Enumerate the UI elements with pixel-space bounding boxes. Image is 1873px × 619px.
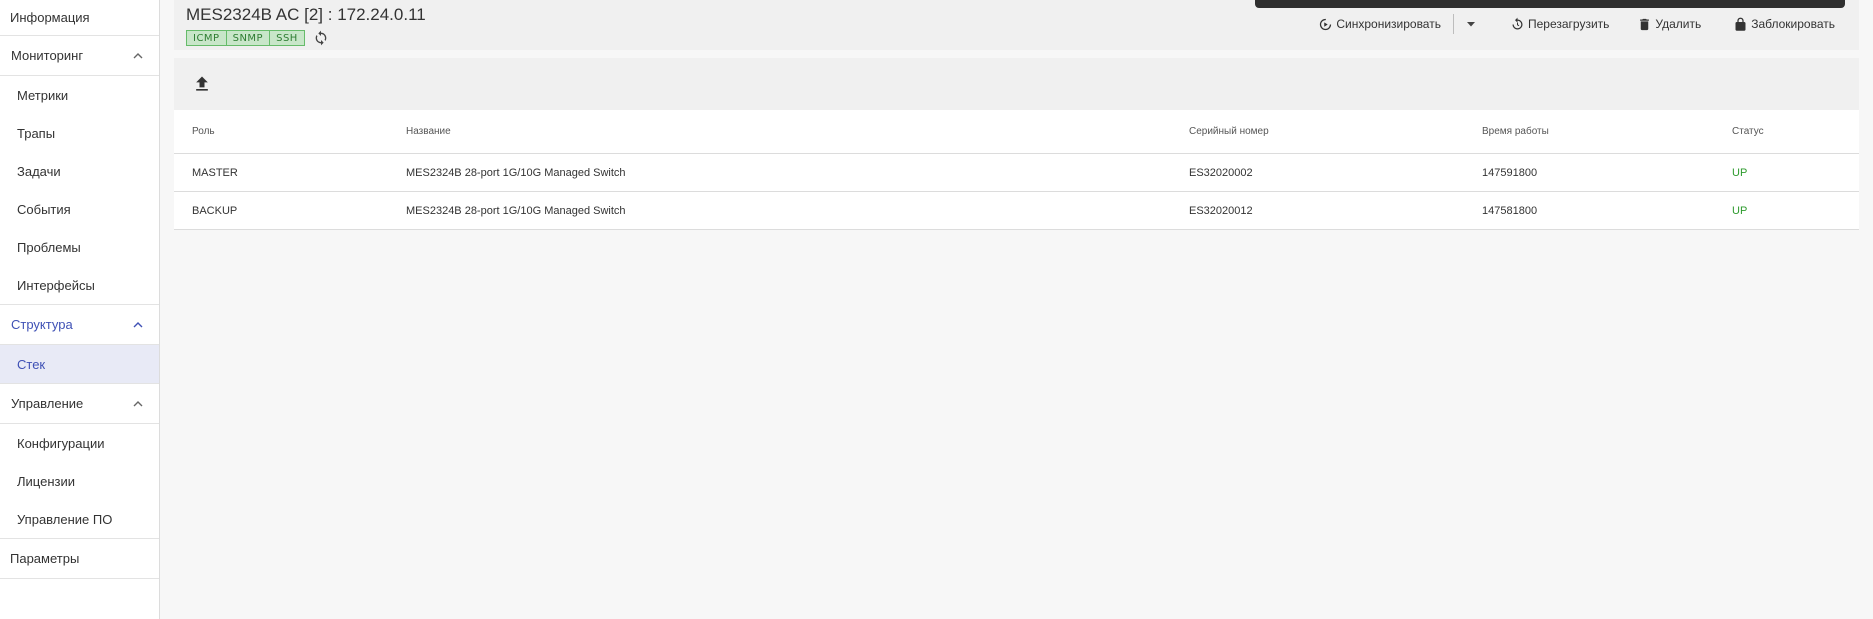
nav-section-label: Мониторинг	[11, 48, 84, 63]
delete-label: Удалить	[1655, 17, 1702, 31]
nav-item-problems[interactable]: Проблемы	[0, 228, 159, 266]
nav-item-tasks[interactable]: Задачи	[0, 152, 159, 190]
lock-label: Заблокировать	[1751, 17, 1835, 31]
chevron-up-icon	[133, 321, 143, 327]
nav-item-software[interactable]: Управление ПО	[0, 500, 159, 538]
nav-section-structure[interactable]: Структура	[0, 305, 159, 345]
cell-uptime: 147591800	[1482, 166, 1538, 179]
nav-item-licenses[interactable]: Лицензии	[0, 462, 159, 500]
cell-serial: ES32020002	[1189, 166, 1253, 179]
chevron-up-icon	[133, 52, 143, 58]
sidebar: Информация Мониторинг Метрики Трапы Зада…	[0, 0, 160, 619]
protocol-badges: ICMP SNMP SSH	[186, 30, 329, 46]
reboot-button[interactable]: Перезагрузить	[1510, 17, 1609, 32]
column-header-name[interactable]: Название	[406, 126, 451, 137]
nav-section-label: Структура	[11, 317, 73, 332]
nav-structure-items: Стек	[0, 345, 159, 384]
table-header: Роль Название Серийный номер Время работ…	[174, 110, 1859, 154]
cell-status: UP	[1732, 166, 1748, 179]
reboot-icon	[1512, 17, 1523, 29]
cell-role: MASTER	[192, 166, 238, 179]
sync-button[interactable]: Синхронизировать	[1318, 17, 1441, 32]
table-row[interactable]: BACKUP MES2324B 28-port 1G/10G Managed S…	[174, 192, 1859, 230]
page-title: MES2324B AC [2] : 172.24.0.11	[186, 5, 426, 24]
lock-button[interactable]: Заблокировать	[1733, 17, 1835, 32]
delete-button[interactable]: Удалить	[1637, 17, 1701, 32]
nav-params[interactable]: Параметры	[0, 539, 159, 579]
nav-monitoring-items: Метрики Трапы Задачи События Проблемы Ин…	[0, 76, 159, 305]
nav-info[interactable]: Информация	[0, 0, 159, 36]
device-header: MES2324B AC [2] : 172.24.0.11 ICMP SNMP …	[174, 0, 1859, 50]
nav-item-events[interactable]: События	[0, 190, 159, 228]
refresh-icon[interactable]	[313, 30, 329, 46]
lock-icon	[1735, 17, 1746, 31]
divider	[1452, 14, 1454, 34]
column-header-serial[interactable]: Серийный номер	[1189, 126, 1269, 137]
nav-item-traps[interactable]: Трапы	[0, 114, 159, 152]
cell-status: UP	[1732, 204, 1748, 217]
chevron-down-icon[interactable]	[1464, 17, 1478, 31]
top-bar	[1255, 0, 1845, 8]
stack-table: Роль Название Серийный номер Время работ…	[174, 110, 1859, 230]
nav-section-label: Управление	[11, 396, 84, 411]
sync-label: Синхронизировать	[1336, 17, 1441, 31]
upload-icon[interactable]	[192, 74, 212, 94]
nav-item-configurations[interactable]: Конфигурации	[0, 424, 159, 462]
nav-item-metrics[interactable]: Метрики	[0, 76, 159, 114]
sync-icon	[1320, 18, 1332, 30]
cell-role: BACKUP	[192, 204, 238, 217]
cell-name: MES2324B 28-port 1G/10G Managed Switch	[406, 166, 626, 179]
table-toolbar	[174, 58, 1859, 110]
cell-name: MES2324B 28-port 1G/10G Managed Switch	[406, 204, 626, 217]
table-row[interactable]: MASTER MES2324B 28-port 1G/10G Managed S…	[174, 154, 1859, 192]
nav-section-management[interactable]: Управление	[0, 384, 159, 424]
nav-item-stack[interactable]: Стек	[0, 345, 159, 383]
app: Информация Мониторинг Метрики Трапы Зада…	[0, 0, 1873, 619]
cell-serial: ES32020012	[1189, 204, 1253, 217]
column-header-role[interactable]: Роль	[192, 126, 215, 137]
trash-icon	[1640, 18, 1650, 30]
header-actions: Синхронизировать Перезагрузить Удалить З…	[1318, 14, 1835, 34]
column-header-status[interactable]: Статус	[1732, 126, 1764, 137]
column-header-uptime[interactable]: Время работы	[1482, 126, 1549, 137]
badge-snmp: SNMP	[226, 30, 271, 46]
chevron-up-icon	[133, 400, 143, 406]
nav-item-interfaces[interactable]: Интерфейсы	[0, 266, 159, 304]
nav-management-items: Конфигурации Лицензии Управление ПО	[0, 424, 159, 539]
reboot-label: Перезагрузить	[1527, 17, 1610, 31]
badge-ssh: SSH	[270, 30, 305, 46]
cell-uptime: 147581800	[1482, 204, 1538, 217]
nav-section-monitoring[interactable]: Мониторинг	[0, 36, 159, 76]
badge-icmp: ICMP	[186, 30, 227, 46]
